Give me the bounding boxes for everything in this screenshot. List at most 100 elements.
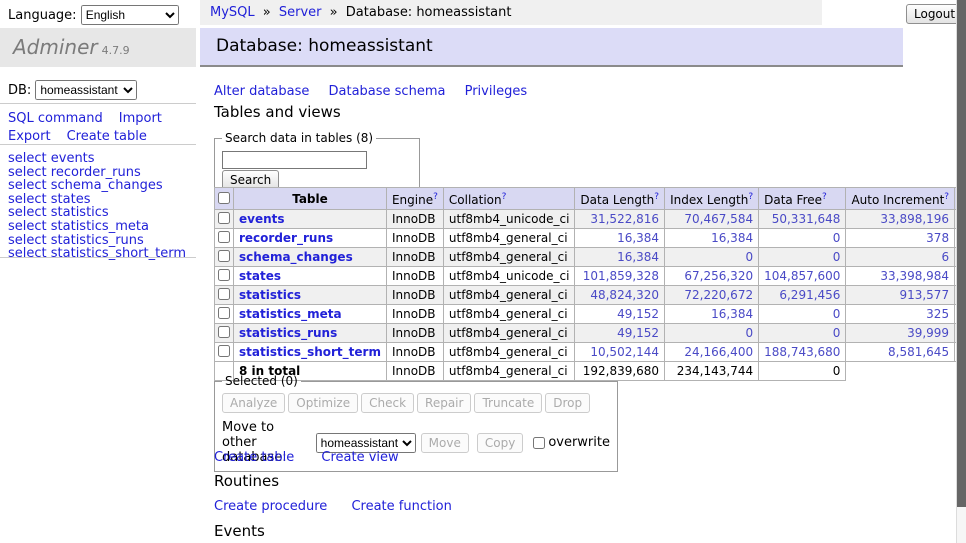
data-length-link[interactable]: 10,502,144 xyxy=(590,345,659,359)
auto-increment-link[interactable]: 913,577 xyxy=(899,288,949,302)
data-free-link[interactable]: 50,331,648 xyxy=(772,212,841,226)
create-view-link[interactable]: Create view xyxy=(321,450,398,465)
index-length-link[interactable]: 67,256,320 xyxy=(684,269,753,283)
index-length-link[interactable]: 0 xyxy=(745,250,753,264)
database-schema-link[interactable]: Database schema xyxy=(329,84,446,99)
index-length-link[interactable]: 16,384 xyxy=(711,231,753,245)
data-length-link[interactable]: 49,152 xyxy=(617,326,659,340)
help-icon[interactable]: ? xyxy=(654,192,659,202)
data-free-link[interactable]: 104,857,600 xyxy=(764,269,840,283)
help-icon[interactable]: ? xyxy=(502,192,507,202)
copy-button[interactable]: Copy xyxy=(477,433,523,453)
sidebar-link-import[interactable]: Import xyxy=(119,111,162,126)
tables-overview: Table Engine? Collation? Data Length? In… xyxy=(214,187,966,381)
search-input[interactable] xyxy=(222,151,367,169)
sidebar-select-link[interactable]: select schema_changes xyxy=(8,179,186,193)
data-free-link[interactable]: 0 xyxy=(833,231,841,245)
data-length-link[interactable]: 16,384 xyxy=(617,231,659,245)
help-icon[interactable]: ? xyxy=(944,192,949,202)
sidebar-actions: SQL command Import Export Create table xyxy=(8,110,194,146)
data-length-link[interactable]: 48,824,320 xyxy=(590,288,659,302)
row-checkbox[interactable] xyxy=(218,269,230,281)
bulk-action-button[interactable]: Truncate xyxy=(474,393,542,413)
bulk-action-button[interactable]: Drop xyxy=(545,393,590,413)
data-free-link[interactable]: 0 xyxy=(833,307,841,321)
auto-increment-link[interactable]: 33,398,984 xyxy=(880,269,949,283)
table-row: statistics_short_term InnoDB utf8mb4_gen… xyxy=(215,343,966,362)
overwrite-option: overwrite xyxy=(531,435,610,450)
create-procedure-link[interactable]: Create procedure xyxy=(214,499,327,514)
table-row: states InnoDB utf8mb4_unicode_ci 101,859… xyxy=(215,267,966,286)
select-all-checkbox[interactable] xyxy=(218,192,230,204)
table-name-link[interactable]: statistics_short_term xyxy=(239,345,381,359)
data-length-link[interactable]: 31,522,816 xyxy=(590,212,659,226)
help-icon[interactable]: ? xyxy=(748,192,753,202)
move-button[interactable]: Move xyxy=(421,433,469,453)
table-name-link[interactable]: events xyxy=(239,212,285,226)
auto-increment-link[interactable]: 6 xyxy=(941,250,949,264)
scrollbar-thumb[interactable] xyxy=(957,0,966,507)
privileges-link[interactable]: Privileges xyxy=(465,84,528,99)
sidebar-select-link[interactable]: select statistics_runs xyxy=(8,234,186,248)
row-checkbox[interactable] xyxy=(218,326,230,338)
row-checkbox[interactable] xyxy=(218,307,230,319)
index-length-link[interactable]: 24,166,400 xyxy=(684,345,753,359)
language-label: Language: xyxy=(8,8,77,23)
sidebar-select-link[interactable]: select statistics_short_term xyxy=(8,247,186,261)
create-table-link[interactable]: Create table xyxy=(214,450,294,465)
data-free-link[interactable]: 188,743,680 xyxy=(764,345,840,359)
table-name-link[interactable]: statistics xyxy=(239,288,301,302)
data-length-link[interactable]: 16,384 xyxy=(617,250,659,264)
data-length-link[interactable]: 49,152 xyxy=(617,307,659,321)
db-select[interactable]: homeassistant xyxy=(35,80,137,100)
data-free-link[interactable]: 6,291,456 xyxy=(779,288,840,302)
bulk-action-button[interactable]: Repair xyxy=(417,393,471,413)
create-function-link[interactable]: Create function xyxy=(351,499,451,514)
language-select[interactable]: English xyxy=(81,5,179,25)
data-length-link[interactable]: 101,859,328 xyxy=(583,269,659,283)
row-checkbox[interactable] xyxy=(218,345,230,357)
collation-cell: utf8mb4_general_ci xyxy=(443,248,575,267)
index-length-link[interactable]: 70,467,584 xyxy=(684,212,753,226)
sidebar-select-link[interactable]: select states xyxy=(8,193,186,207)
row-checkbox[interactable] xyxy=(218,250,230,262)
breadcrumb-mysql-link[interactable]: MySQL xyxy=(210,5,255,20)
bulk-action-button[interactable]: Check xyxy=(361,393,414,413)
total-index-length: 234,143,744 xyxy=(665,362,759,381)
auto-increment-link[interactable]: 378 xyxy=(926,231,949,245)
sidebar-select-link[interactable]: select statistics xyxy=(8,206,186,220)
auto-increment-link[interactable]: 33,898,196 xyxy=(880,212,949,226)
bulk-action-button[interactable]: Analyze xyxy=(222,393,285,413)
data-free-link[interactable]: 0 xyxy=(833,250,841,264)
data-free-link[interactable]: 0 xyxy=(833,326,841,340)
row-checkbox[interactable] xyxy=(218,231,230,243)
sidebar-select-link[interactable]: select statistics_meta xyxy=(8,220,186,234)
index-length-link[interactable]: 16,384 xyxy=(711,307,753,321)
table-name-link[interactable]: states xyxy=(239,269,281,283)
breadcrumb-server-link[interactable]: Server xyxy=(279,5,322,20)
index-length-link[interactable]: 72,220,672 xyxy=(684,288,753,302)
table-name-link[interactable]: statistics_runs xyxy=(239,326,337,340)
help-icon[interactable]: ? xyxy=(822,192,827,202)
auto-increment-link[interactable]: 325 xyxy=(926,307,949,321)
column-header-index-length: Index Length? xyxy=(665,188,759,210)
auto-increment-link[interactable]: 8,581,645 xyxy=(888,345,949,359)
sidebar-select-link[interactable]: select events xyxy=(8,152,186,166)
row-checkbox[interactable] xyxy=(218,212,230,224)
sidebar-link-export[interactable]: Export xyxy=(8,129,51,144)
alter-database-link[interactable]: Alter database xyxy=(214,84,309,99)
row-checkbox[interactable] xyxy=(218,288,230,300)
overwrite-checkbox[interactable] xyxy=(533,437,545,449)
sidebar-link-sql-command[interactable]: SQL command xyxy=(8,111,103,126)
bulk-action-button[interactable]: Optimize xyxy=(288,393,358,413)
table-name-link[interactable]: recorder_runs xyxy=(239,231,333,245)
table-name-link[interactable]: schema_changes xyxy=(239,250,353,264)
sidebar-select-link[interactable]: select recorder_runs xyxy=(8,166,186,180)
collation-cell: utf8mb4_general_ci xyxy=(443,229,575,248)
help-icon[interactable]: ? xyxy=(433,192,438,202)
logout-button[interactable]: Logout xyxy=(906,4,963,24)
sidebar-link-create-table[interactable]: Create table xyxy=(67,129,147,144)
table-name-link[interactable]: statistics_meta xyxy=(239,307,342,321)
auto-increment-link[interactable]: 39,999 xyxy=(907,326,949,340)
index-length-link[interactable]: 0 xyxy=(745,326,753,340)
